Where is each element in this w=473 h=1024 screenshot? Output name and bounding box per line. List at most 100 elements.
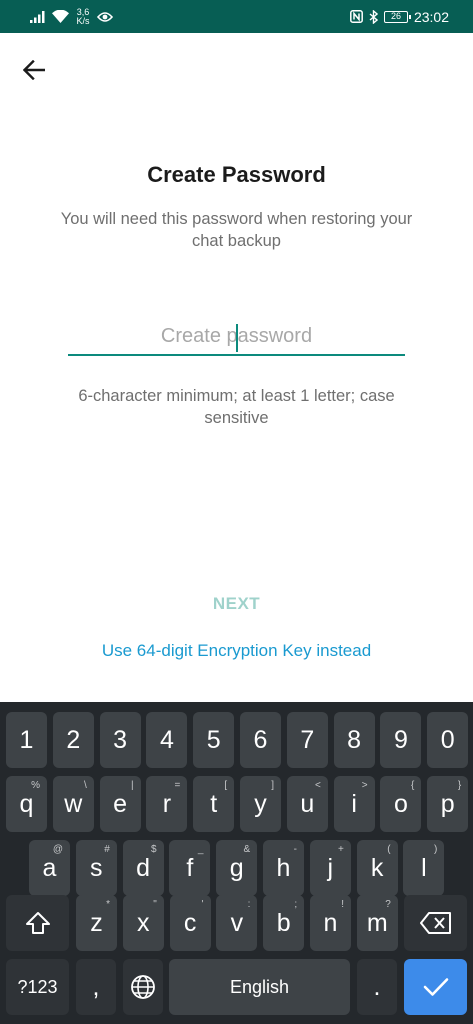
- key-7[interactable]: 7: [286, 712, 328, 768]
- text-cursor: [236, 324, 238, 352]
- key-1[interactable]: 1: [6, 712, 47, 768]
- bluetooth-icon: [369, 9, 378, 24]
- key-8[interactable]: 8: [333, 712, 375, 768]
- key-9[interactable]: 9: [380, 712, 422, 768]
- key-b[interactable]: b;: [263, 895, 305, 951]
- key-y-secondary: ]: [271, 780, 274, 791]
- wifi-icon: [52, 10, 69, 23]
- key-9-label: 9: [393, 725, 408, 754]
- key-q-secondary: %: [31, 780, 40, 791]
- key-6[interactable]: 6: [240, 712, 281, 768]
- key-e[interactable]: e |: [99, 776, 141, 832]
- backspace-key[interactable]: [404, 895, 467, 951]
- key-m[interactable]: m?: [356, 895, 398, 951]
- key-u-label: u: [300, 789, 315, 818]
- key-p-label: p: [440, 789, 455, 818]
- key-n[interactable]: n!: [310, 895, 351, 951]
- key-f[interactable]: f _: [169, 840, 211, 896]
- key-0[interactable]: 0: [427, 712, 469, 768]
- status-left: 3,6 K/s: [30, 0, 113, 33]
- key-7-label: 7: [300, 725, 315, 754]
- password-requirements-hint: 6-character minimum; at least 1 letter; …: [78, 387, 395, 427]
- key-8-label: 8: [347, 725, 362, 754]
- key-k[interactable]: k(: [356, 840, 398, 896]
- key-e-label: e: [113, 789, 128, 818]
- key-j[interactable]: j +: [309, 840, 351, 896]
- key-y[interactable]: y]: [240, 776, 281, 832]
- key-i-secondary: >: [361, 780, 368, 791]
- key-u-secondary: <: [314, 780, 321, 791]
- key-w-label: w: [64, 789, 83, 818]
- key-z[interactable]: z *: [76, 895, 117, 951]
- key-l[interactable]: l): [403, 840, 445, 896]
- battery-icon: 26: [383, 10, 411, 23]
- key-j-secondary: +: [337, 844, 344, 855]
- key-b-label: b: [276, 908, 291, 937]
- status-right: 26 23:02: [350, 0, 449, 33]
- page-subtitle: You will need this password when restori…: [60, 210, 413, 250]
- key-p[interactable]: p}: [427, 776, 469, 832]
- key-x[interactable]: x ": [122, 895, 164, 951]
- shift-icon: [25, 912, 50, 934]
- key-r-secondary: =: [174, 780, 181, 791]
- key-c[interactable]: c ': [169, 895, 211, 951]
- on-screen-keyboard: 1 2 3 4 5 6 7 8 9 0 q% w \ e | r = t[y] u < i > o{p} a @ s # d $ f _ g &…: [0, 702, 473, 1024]
- key-k-secondary: (: [387, 844, 391, 855]
- page-title: Create Password: [147, 162, 326, 187]
- key-5[interactable]: 5: [193, 712, 235, 768]
- key-0-label: 0: [440, 725, 455, 754]
- key-3-label: 3: [113, 725, 128, 754]
- globe-icon: [131, 975, 155, 999]
- status-bar: 3,6 K/s 26 23:02: [0, 0, 473, 33]
- key-v[interactable]: v:: [216, 895, 258, 951]
- backspace-icon: [419, 912, 451, 934]
- shift-key[interactable]: [6, 895, 69, 951]
- comma-key[interactable]: ,: [76, 959, 116, 1015]
- key-g-label: g: [229, 853, 244, 882]
- key-s[interactable]: s #: [75, 840, 117, 896]
- language-key[interactable]: [123, 959, 163, 1015]
- key-j-label: j: [327, 853, 334, 882]
- key-2[interactable]: 2: [52, 712, 94, 768]
- key-c-secondary: ': [201, 899, 204, 910]
- period-key[interactable]: .: [357, 959, 397, 1015]
- key-h[interactable]: h-: [263, 840, 304, 896]
- key-3[interactable]: 3: [99, 712, 141, 768]
- clock: 23:02: [413, 8, 449, 25]
- key-z-label: z: [90, 908, 103, 937]
- use-encryption-key-link[interactable]: Use 64-digit Encryption Key instead: [0, 641, 473, 661]
- key-s-secondary: #: [104, 844, 110, 855]
- space-key[interactable]: English: [169, 959, 350, 1015]
- key-6-label: 6: [253, 725, 268, 754]
- key-o-label: o: [393, 789, 408, 818]
- key-i[interactable]: i >: [333, 776, 375, 832]
- check-icon: [423, 978, 448, 996]
- key-m-label: m: [366, 908, 388, 937]
- key-q[interactable]: q%: [6, 776, 47, 832]
- key-t[interactable]: t[: [193, 776, 235, 832]
- key-s-label: s: [90, 853, 103, 882]
- key-t-label: t: [210, 789, 218, 818]
- period-key-label: .: [373, 972, 381, 1001]
- key-d-label: d: [136, 853, 151, 882]
- next-button[interactable]: NEXT: [186, 590, 287, 618]
- key-o[interactable]: o{: [380, 776, 422, 832]
- key-4[interactable]: 4: [146, 712, 188, 768]
- key-u[interactable]: u <: [286, 776, 328, 832]
- key-w[interactable]: w \: [52, 776, 94, 832]
- key-4-label: 4: [159, 725, 174, 754]
- key-r[interactable]: r =: [146, 776, 188, 832]
- key-g[interactable]: g &: [216, 840, 258, 896]
- nfc-icon: [350, 10, 363, 23]
- key-a[interactable]: a @: [29, 840, 70, 896]
- back-button[interactable]: [16, 52, 52, 88]
- key-d[interactable]: d $: [122, 840, 164, 896]
- key-a-secondary: @: [52, 844, 63, 855]
- symbols-key[interactable]: ?123: [6, 959, 69, 1015]
- key-2-label: 2: [66, 725, 81, 754]
- enter-key[interactable]: [404, 959, 467, 1015]
- key-e-secondary: |: [130, 780, 134, 791]
- key-v-label: v: [230, 908, 244, 937]
- arrow-back-icon: [23, 60, 45, 80]
- key-x-label: x: [137, 908, 150, 937]
